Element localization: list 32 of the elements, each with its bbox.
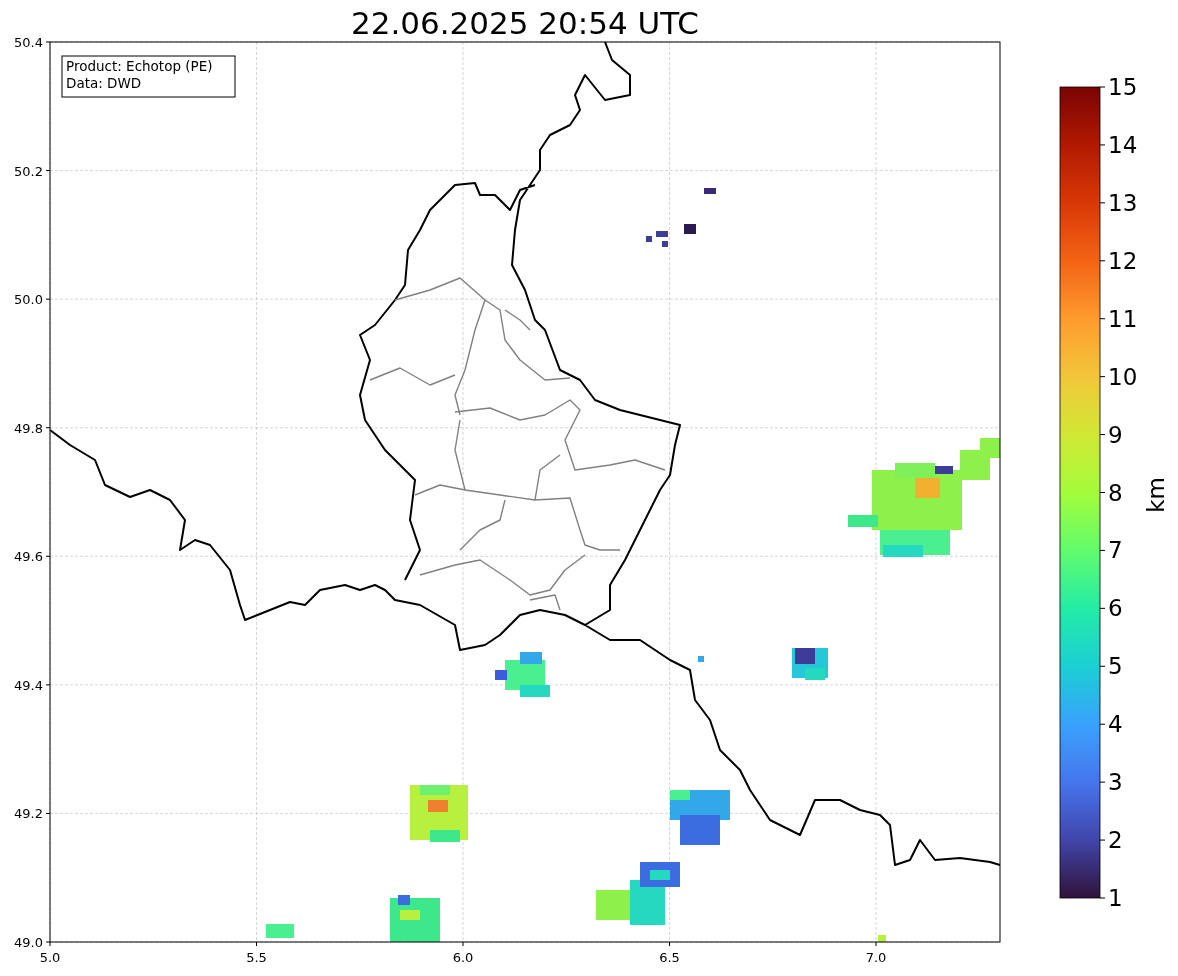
latitude-label: 50.2	[14, 163, 43, 179]
colorbar-tick-label: 4	[1108, 711, 1123, 738]
latitude-label: 49.0	[14, 935, 43, 950]
colorbar-label: km	[1143, 477, 1169, 513]
longitude-label: 5.0	[39, 950, 61, 965]
latitude-label: 49.8	[14, 420, 43, 436]
colorbar-tick-label: 12	[1108, 247, 1138, 274]
chart-title: 22.06.2025 20:54 UTC	[351, 5, 699, 41]
colorbar-tick-label: 6	[1108, 595, 1123, 622]
longitude-label: 5.5	[246, 950, 267, 965]
colorbar-tick-label: 1	[1108, 885, 1123, 911]
latitude-label: 50.4	[14, 35, 43, 50]
latitude-label: 49.4	[14, 677, 43, 693]
colorbar-tick-label: 13	[1108, 189, 1138, 216]
info-text: Product: Echotop (PE)	[66, 58, 213, 74]
colorbar-tick-label: 14	[1108, 131, 1138, 158]
colorbar-tick-label: 15	[1108, 74, 1138, 100]
colorbar-tick-label: 10	[1108, 363, 1138, 390]
colorbar-tick-label: 9	[1108, 421, 1123, 448]
longitude-label: 7.0	[865, 950, 887, 965]
colorbar-tick-label: 11	[1108, 305, 1138, 332]
longitude-label: 6.0	[452, 950, 474, 965]
colorbar-tick-label: 2	[1108, 827, 1123, 854]
latitude-label: 49.6	[14, 549, 43, 565]
colorbar-tick-label: 7	[1108, 537, 1123, 564]
colorbar-tick-label: 3	[1108, 769, 1123, 796]
colorbar-tick-label: 8	[1108, 479, 1123, 506]
longitude-label: 6.5	[659, 950, 680, 965]
latitude-label: 50.0	[14, 292, 43, 308]
info-text: Data: DWD	[66, 75, 142, 91]
latitude-label: 49.2	[14, 806, 43, 822]
colorbar-tick-label: 5	[1108, 653, 1123, 680]
